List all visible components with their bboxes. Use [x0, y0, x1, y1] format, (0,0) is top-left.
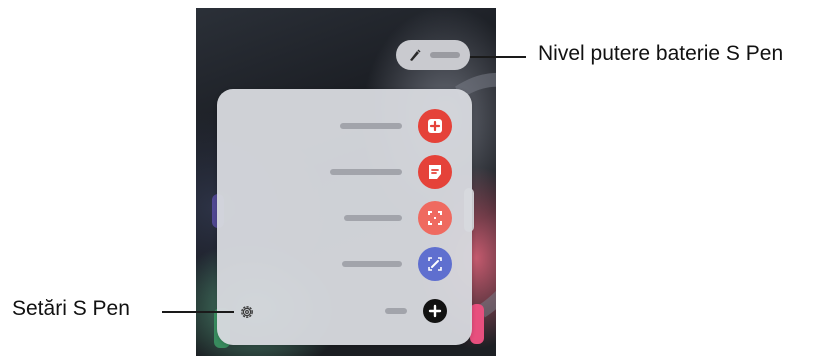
smart-select-item[interactable] — [344, 201, 452, 235]
air-command-panel — [217, 89, 472, 345]
battery-callout-label: Nivel putere baterie S Pen — [538, 42, 784, 65]
battery-callout-line — [470, 56, 526, 58]
add-icon[interactable] — [423, 299, 447, 323]
smart-select-icon[interactable] — [418, 201, 452, 235]
view-all-notes-item[interactable] — [330, 155, 452, 189]
battery-level-text — [430, 52, 460, 58]
view-all-notes-icon[interactable] — [418, 155, 452, 189]
screen-write-label — [342, 261, 402, 267]
create-note-icon[interactable] — [418, 109, 452, 143]
add-shortcut-label — [385, 308, 407, 314]
smart-select-label — [344, 215, 402, 221]
create-note-label — [340, 123, 402, 129]
gear-icon[interactable] — [239, 304, 255, 320]
settings-callout-line — [162, 311, 234, 313]
s-pen-battery-indicator — [396, 40, 470, 70]
s-pen-icon — [410, 49, 421, 61]
screen-write-icon[interactable] — [418, 247, 452, 281]
settings-callout-label: Setări S Pen — [12, 297, 130, 320]
app-icon-partial-pink — [470, 304, 484, 344]
view-all-notes-label — [330, 169, 402, 175]
add-shortcut-item[interactable] — [385, 299, 452, 323]
screen-write-item[interactable] — [342, 247, 452, 281]
create-note-item[interactable] — [340, 109, 452, 143]
